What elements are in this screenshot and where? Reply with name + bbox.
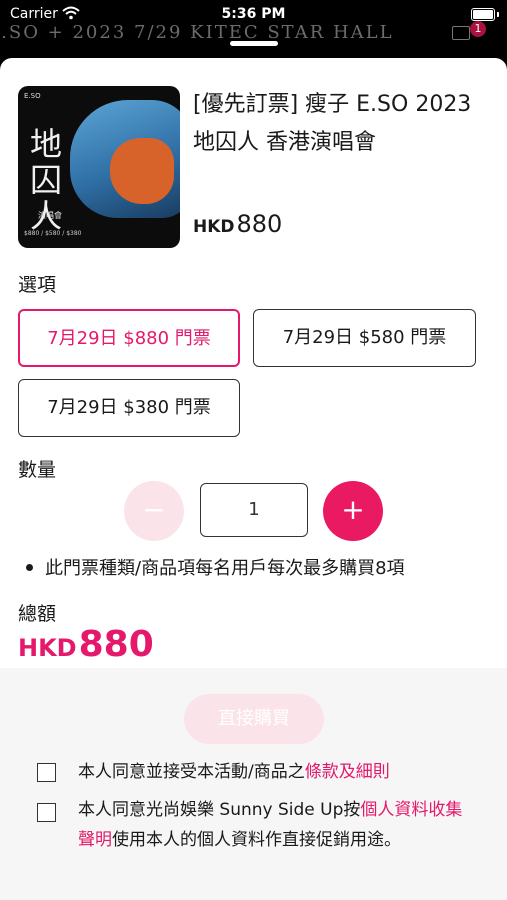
status-time: 5:36 PM — [221, 6, 286, 22]
product-poster: E.SO 地囚人 演唱會 $880 / $580 / $380 — [18, 86, 180, 248]
quantity-decrease-button[interactable]: − — [124, 481, 184, 541]
product-price: HKD880 — [193, 210, 282, 238]
bullet-icon — [26, 563, 33, 571]
option-380[interactable]: 7月29日 $380 門票 — [18, 379, 240, 437]
terms-agreement-text: 本人同意並接受本活動/商品之條款及細則 — [78, 757, 478, 787]
options-label: 選項 — [18, 274, 57, 296]
battery-tip — [497, 12, 499, 17]
privacy-prefix: 本人同意光尚娛樂 Sunny Side Up按 — [78, 800, 361, 820]
poster-header: E.SO — [24, 92, 41, 100]
quantity-field[interactable]: 1 — [200, 483, 308, 537]
terms-link[interactable]: 條款及細則 — [305, 762, 390, 782]
option-580[interactable]: 7月29日 $580 門票 — [253, 309, 476, 367]
total-currency: HKD — [18, 634, 77, 662]
product-currency: HKD — [193, 217, 235, 237]
sheet-grabber[interactable] — [230, 41, 278, 46]
privacy-checkbox[interactable] — [37, 803, 56, 822]
option-880[interactable]: 7月29日 $880 門票 — [18, 309, 240, 367]
poster-prices: $880 / $580 / $380 — [24, 230, 82, 237]
buy-now-button[interactable]: 直接購買 — [184, 694, 324, 744]
terms-checkbox[interactable] — [37, 763, 56, 782]
total-amount: 880 — [78, 624, 154, 665]
poster-subtitle: 演唱會 — [38, 211, 62, 220]
quantity-label: 數量 — [18, 459, 57, 481]
purchase-limit-text: 此門票種類/商品項每名用戶每次最多購買8項 — [45, 558, 405, 579]
quantity-increase-button[interactable]: + — [323, 481, 383, 541]
privacy-suffix: 使用本人的個人資料作直接促銷用途。 — [112, 830, 401, 850]
status-bar: Carrier 5:36 PM — [0, 0, 507, 30]
total-label: 總額 — [18, 603, 57, 625]
battery-icon — [471, 8, 495, 21]
purchase-sheet: E.SO 地囚人 演唱會 $880 / $580 / $380 [優先訂票] 瘦… — [0, 58, 507, 900]
poster-face — [110, 138, 174, 204]
product-title: [優先訂票] 瘦子 E.SO 2023 地囚人 香港演唱會 — [193, 92, 472, 155]
product-price-value: 880 — [236, 210, 283, 238]
privacy-agreement-text: 本人同意光尚娛樂 Sunny Side Up按個人資料收集聲明使用本人的個人資料… — [78, 795, 478, 855]
checkout-footer: 直接購買 本人同意並接受本活動/商品之條款及細則 本人同意光尚娛樂 Sunny … — [0, 668, 507, 900]
total-price: HKD880 — [18, 624, 154, 665]
purchase-limit-note: 此門票種類/商品項每名用戶每次最多購買8項 — [26, 554, 405, 580]
terms-prefix: 本人同意並接受本活動/商品之 — [78, 762, 305, 782]
